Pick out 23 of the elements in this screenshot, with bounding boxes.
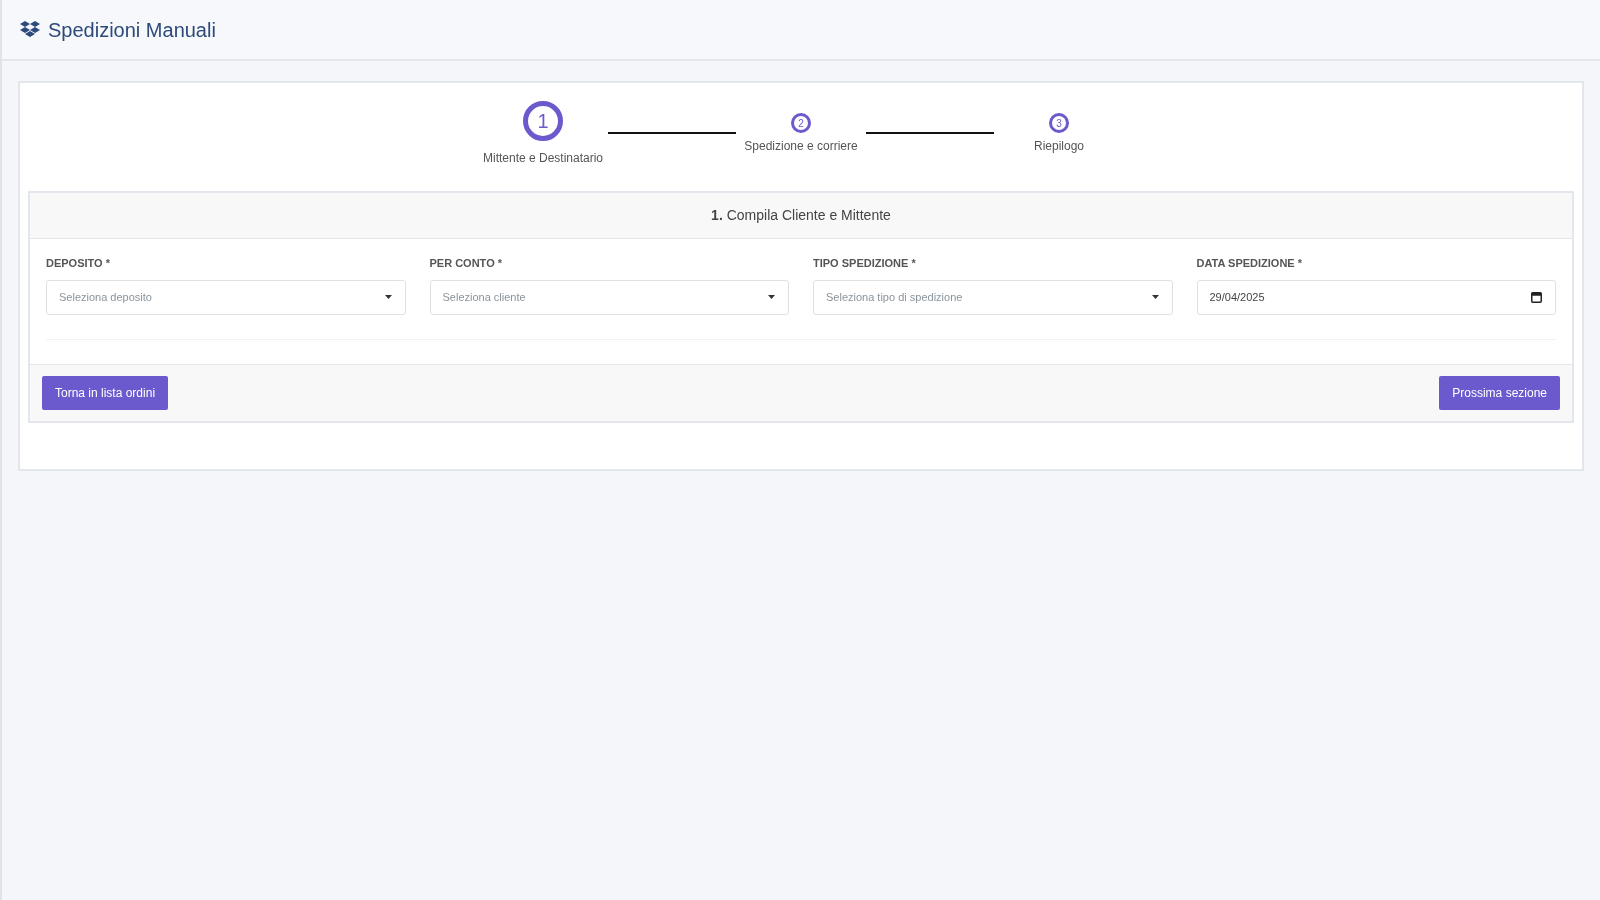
step-label: Riepilogo	[1033, 139, 1084, 153]
calendar-icon	[1531, 291, 1542, 303]
date-field[interactable]: 29/04/2025	[1196, 279, 1556, 315]
step-label: Spedizione e corriere	[744, 139, 858, 153]
caret-icon	[384, 295, 392, 299]
section-title: 1. Compila Cliente e Mittente	[30, 193, 1572, 239]
boxes-icon	[20, 20, 40, 39]
select-field[interactable]: Seleziona cliente	[429, 279, 789, 315]
field-label: DEPOSITO *	[46, 257, 110, 269]
back-to-orders-button[interactable]: Torna in lista ordini	[42, 375, 169, 410]
caret-icon	[1151, 295, 1159, 299]
step-label: Mittente e Destinatario	[482, 151, 604, 165]
app-title: Spedizioni Manuali	[48, 17, 216, 43]
step-number[interactable]: 1	[523, 101, 563, 141]
field-label: DATA SPEDIZIONE *	[1196, 257, 1303, 269]
select-field[interactable]: Seleziona tipo di spedizione	[813, 279, 1173, 315]
step-number[interactable]: 2	[791, 113, 811, 133]
field-label: TIPO SPEDIZIONE *	[813, 257, 916, 269]
step-number[interactable]: 3	[1049, 113, 1069, 133]
select-field[interactable]: Seleziona deposito	[46, 279, 406, 315]
caret-icon	[768, 295, 775, 299]
field-label: PER CONTO *	[429, 257, 503, 269]
next-section-button[interactable]: Prossima sezione	[1439, 375, 1560, 410]
